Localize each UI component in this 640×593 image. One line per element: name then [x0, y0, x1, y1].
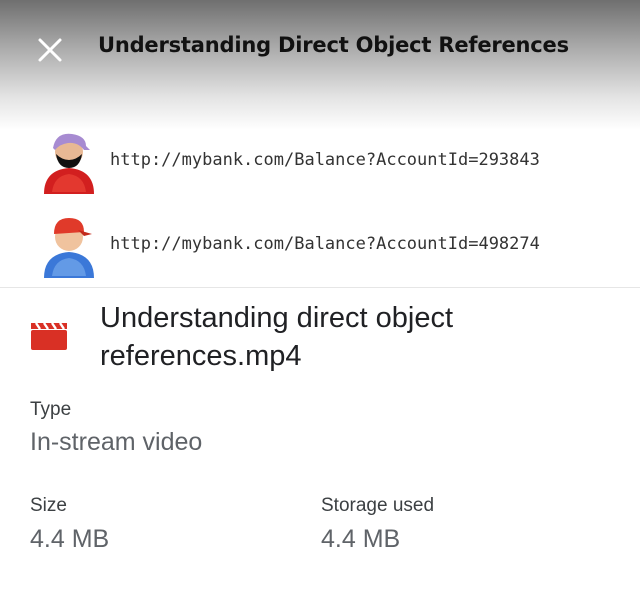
type-value: In-stream video [30, 428, 203, 456]
size-value: 4.4 MB [30, 525, 110, 553]
blue-user-icon [44, 218, 94, 278]
url-text: http://mybank.com/Balance?AccountId=2938… [110, 150, 540, 170]
preview-header-gradient [0, 0, 640, 130]
url-row: http://mybank.com/Balance?AccountId=4982… [38, 210, 638, 280]
url-text: http://mybank.com/Balance?AccountId=4982… [110, 234, 540, 254]
file-name: Understanding direct object references.m… [100, 302, 454, 372]
preview-title: Understanding Direct Object References [98, 33, 569, 57]
storage-label: Storage used [321, 495, 435, 516]
video-preview: Understanding Direct Object References h… [0, 0, 640, 288]
close-icon [38, 38, 62, 62]
storage-value: 4.4 MB [321, 525, 401, 553]
video-clapper-icon [31, 322, 67, 350]
url-row: http://mybank.com/Balance?AccountId=2938… [38, 126, 638, 196]
type-label: Type [30, 399, 72, 420]
size-label: Size [30, 495, 67, 516]
pirate-user-icon [44, 133, 94, 194]
close-button[interactable] [28, 28, 72, 72]
file-header: Understanding direct object references.m… [0, 295, 640, 375]
